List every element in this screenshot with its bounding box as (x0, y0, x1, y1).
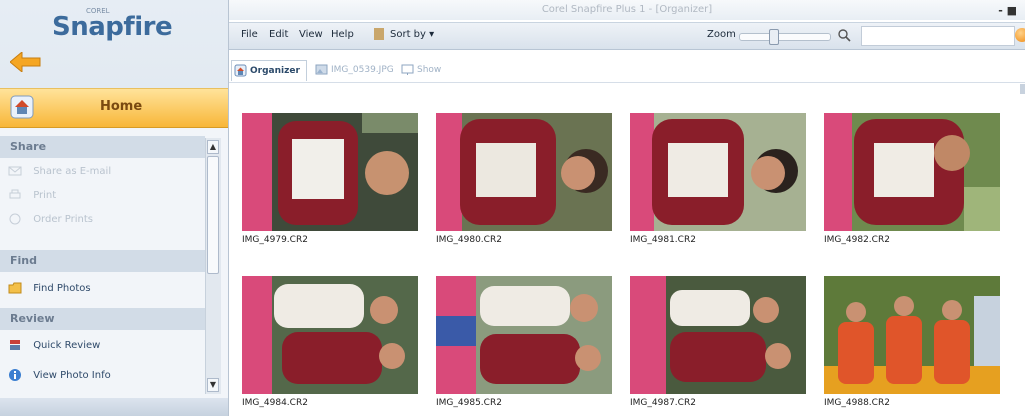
photo-image[interactable] (242, 113, 418, 231)
quick-review-item[interactable]: Quick Review (8, 336, 100, 356)
photo-image[interactable] (824, 113, 1000, 231)
quick-review-icon (10, 340, 20, 350)
view-photo-info-item[interactable]: View Photo Info (8, 366, 111, 386)
share-email-item[interactable]: Share as E-mail (8, 162, 111, 182)
task-panel: Share Share as E-mail Print Order Prints… (0, 128, 228, 398)
section-share: Share (0, 136, 205, 158)
info-icon (9, 369, 21, 381)
zoom-icon[interactable] (837, 28, 851, 42)
photo-thumbnail[interactable]: IMG_4987.CR2 (630, 276, 806, 408)
photo-filename: IMG_4981.CR2 (630, 235, 696, 245)
zoom-label: Zoom (707, 29, 736, 40)
folder-icon (8, 282, 22, 294)
tab-img-0539[interactable]: IMG_0539.JPG (313, 60, 394, 80)
home-bar[interactable]: Home (0, 88, 228, 128)
photo-thumbnail[interactable]: IMG_4985.CR2 (436, 276, 612, 408)
photo-icon (315, 64, 328, 75)
print-icon (9, 189, 21, 199)
sort-icon (374, 28, 384, 40)
photo-image[interactable] (824, 276, 1000, 394)
photo-filename: IMG_4988.CR2 (824, 398, 890, 408)
search-input[interactable] (861, 26, 1015, 46)
photo-thumbnail[interactable]: IMG_4984.CR2 (242, 276, 418, 408)
photo-thumbnail[interactable]: IMG_4981.CR2 (630, 113, 806, 245)
sort-by-dropdown[interactable]: Sort by ▾ (374, 28, 434, 40)
section-review: Review (0, 308, 205, 330)
photo-filename: IMG_4984.CR2 (242, 398, 308, 408)
menu-edit[interactable]: Edit (269, 29, 288, 40)
app-logo: COREL Snapfire (52, 7, 173, 42)
zoom-slider-thumb[interactable] (769, 29, 779, 45)
tab-strip: Organizer IMG_0539.JPG Show (229, 60, 1025, 82)
show-icon (401, 64, 414, 75)
left-pane: COREL Snapfire Home Share Share as E-mai… (0, 0, 229, 416)
sidebar-bottom-strip (0, 398, 228, 416)
tab-show[interactable]: Show (399, 60, 441, 80)
scroll-down-button[interactable]: ▼ (207, 378, 219, 392)
find-photos-item[interactable]: Find Photos (8, 279, 91, 299)
photo-filename: IMG_4979.CR2 (242, 235, 308, 245)
mail-icon (8, 166, 22, 176)
orb-icon[interactable] (1015, 28, 1025, 42)
scroll-up-button[interactable]: ▲ (207, 140, 219, 154)
menu-bar: File Edit View Help Sort by ▾ Zoom (229, 22, 1025, 50)
photo-thumbnail[interactable]: IMG_4982.CR2 (824, 113, 1000, 245)
photo-filename: IMG_4980.CR2 (436, 235, 502, 245)
organizer-icon (234, 64, 247, 77)
sidebar-scrollbar[interactable]: ▲ ▼ (205, 138, 221, 394)
photo-filename: IMG_4982.CR2 (824, 235, 890, 245)
scrollbar-thumb[interactable] (207, 156, 219, 274)
tab-organizer[interactable]: Organizer (231, 60, 307, 81)
photo-thumbnail[interactable]: IMG_4979.CR2 (242, 113, 418, 245)
window-title: Corel Snapfire Plus 1 - [Organizer] - ■ (229, 0, 1025, 20)
logo-brand: COREL (86, 7, 110, 15)
grid-scrollbar[interactable] (1020, 84, 1025, 94)
menu-file[interactable]: File (241, 29, 258, 40)
section-find: Find (0, 250, 205, 272)
photo-image[interactable] (630, 276, 806, 394)
photo-filename: IMG_4987.CR2 (630, 398, 696, 408)
photo-thumbnail[interactable]: IMG_4980.CR2 (436, 113, 612, 245)
home-label: Home (100, 99, 143, 114)
photo-image[interactable] (436, 276, 612, 394)
window-controls[interactable]: - ■ (998, 1, 1017, 21)
menu-help[interactable]: Help (331, 29, 354, 40)
menu-view[interactable]: View (299, 29, 323, 40)
back-arrow-icon[interactable] (10, 52, 42, 72)
photo-image[interactable] (630, 113, 806, 231)
photo-image[interactable] (242, 276, 418, 394)
zoom-slider[interactable] (739, 29, 831, 45)
photo-image[interactable] (436, 113, 612, 231)
print-item[interactable]: Print (8, 186, 56, 206)
order-prints-item[interactable]: Order Prints (8, 210, 93, 230)
home-icon (10, 95, 34, 119)
order-prints-icon (9, 213, 21, 225)
photo-filename: IMG_4985.CR2 (436, 398, 502, 408)
photo-thumbnail[interactable]: IMG_4988.CR2 (824, 276, 1000, 408)
